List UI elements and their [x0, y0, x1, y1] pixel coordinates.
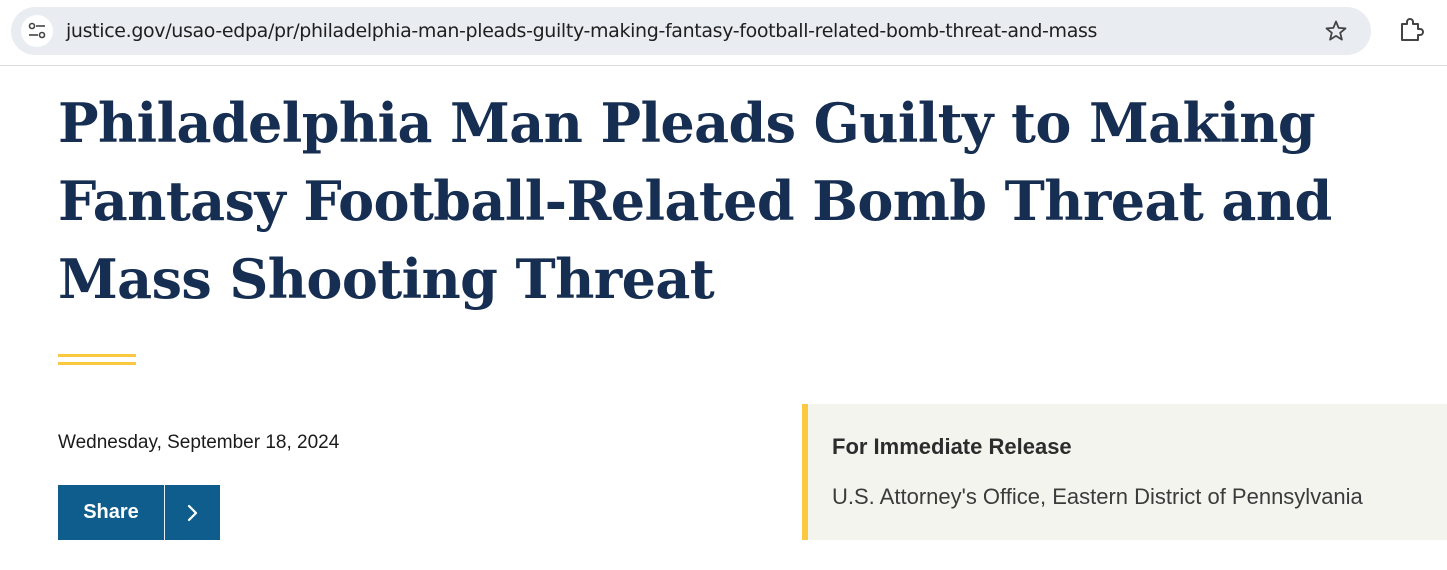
extensions-icon[interactable] — [1397, 16, 1425, 44]
title-accent-rule — [58, 354, 136, 368]
release-office: U.S. Attorney's Office, Eastern District… — [832, 484, 1363, 509]
address-bar[interactable]: justice.gov/usao-edpa/pr/philadelphia-ma… — [11, 7, 1371, 55]
share-divider — [164, 485, 165, 540]
chevron-right-icon[interactable] — [165, 503, 220, 523]
browser-toolbar: justice.gov/usao-edpa/pr/philadelphia-ma… — [0, 0, 1447, 66]
share-label: Share — [83, 501, 139, 523]
release-info-box: For Immediate Release U.S. Attorney's Of… — [802, 404, 1447, 540]
star-icon[interactable] — [1324, 19, 1348, 43]
url-text[interactable]: justice.gov/usao-edpa/pr/philadelphia-ma… — [66, 7, 1097, 55]
share-button[interactable]: Share — [58, 485, 220, 540]
release-heading: For Immediate Release — [832, 434, 1072, 459]
page-title: Philadelphia Man Pleads Guilty to Making… — [58, 91, 1332, 311]
publication-date: Wednesday, September 18, 2024 — [58, 432, 340, 453]
site-info-icon[interactable] — [21, 15, 53, 47]
